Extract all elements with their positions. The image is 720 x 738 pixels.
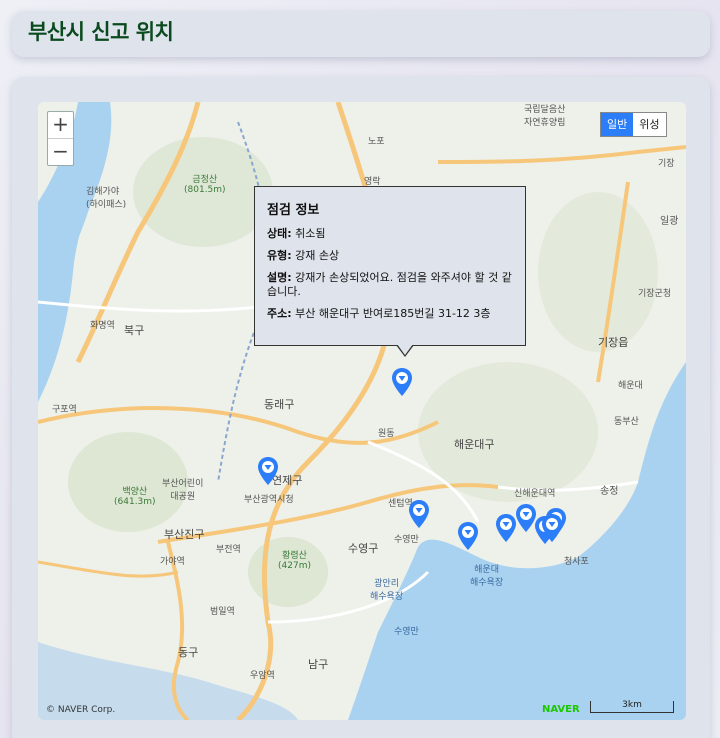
label-gujpo: 구포역 bbox=[52, 405, 77, 415]
label-gijang-ic: 기장 bbox=[658, 159, 675, 169]
info-address: 주소: 부산 해운대구 반여로185번길 31-12 3층 bbox=[267, 307, 491, 320]
info-status: 상태: 취소됨 bbox=[267, 227, 326, 240]
zoom-control: + − bbox=[47, 111, 74, 166]
marker-pin-icon[interactable] bbox=[458, 522, 478, 550]
label-haeundae-ic: 해운대 bbox=[618, 381, 643, 391]
scale-bar: 3km bbox=[590, 701, 674, 713]
header-card: 부산시 신고 위치 bbox=[12, 11, 710, 57]
label-suyeongman-sea: 수영만 bbox=[394, 627, 419, 637]
label-dongbusan: 동부산 bbox=[614, 417, 639, 427]
label-national-forest: 국립달음산 자연휴양림 bbox=[524, 105, 566, 128]
info-window-title: 점검 정보 bbox=[267, 203, 320, 218]
marker-pin-icon[interactable] bbox=[258, 457, 278, 485]
marker-pin-icon[interactable] bbox=[542, 514, 562, 542]
map-type-toggle: 일반 위성 bbox=[600, 112, 667, 137]
label-suyeongman: 수영만 bbox=[394, 535, 419, 545]
info-window: 점검 정보 상태: 취소됨 유형: 강재 손상 설명: 강재가 손상되었어요. … bbox=[254, 186, 526, 357]
label-dongnae: 동래구 bbox=[264, 398, 295, 411]
label-haeundae-gu: 해운대구 bbox=[454, 438, 495, 451]
map-type-normal-button[interactable]: 일반 bbox=[601, 113, 634, 136]
page-title: 부산시 신고 위치 bbox=[28, 20, 174, 44]
label-cheongsapo: 청사포 bbox=[564, 557, 589, 567]
label-nopo: 노포 bbox=[368, 137, 385, 147]
marker-pin-icon[interactable] bbox=[496, 514, 516, 542]
label-geumjeongsan: 금정산 (801.5m) bbox=[184, 175, 226, 195]
label-busan-city-hall: 부산광역시청 bbox=[244, 495, 294, 505]
label-gijang-gunchung: 기장군청 bbox=[638, 289, 672, 299]
naver-logo[interactable]: NAVER bbox=[542, 704, 580, 715]
label-gwangalli: 광안리 해수욕장 bbox=[370, 579, 404, 602]
label-gaya: 가야역 bbox=[160, 557, 185, 567]
label-haeundae-beach: 해운대 해수욕장 bbox=[470, 565, 504, 588]
label-baekyang: 백양산 (641.3m) bbox=[114, 487, 156, 507]
info-description: 설명: 강재가 손상되었어요. 점검을 와주셔야 할 것 같습니다. bbox=[267, 271, 512, 298]
label-hwangnyeong: 황령산 (427m) bbox=[278, 551, 311, 571]
label-hwamyeong: 화명역 bbox=[90, 321, 115, 331]
label-donggu: 동구 bbox=[178, 646, 199, 659]
map-view[interactable]: 금정산 (801.5m) 김해가야 (하이패스) 국립달음산 자연휴양림 기장 노포 … bbox=[38, 102, 686, 720]
label-songjeong: 송정 bbox=[600, 486, 619, 497]
zoom-in-button[interactable]: + bbox=[48, 112, 73, 139]
label-wondong: 원동 bbox=[378, 429, 395, 439]
label-seomyeon: 부전역 bbox=[216, 545, 241, 555]
info-type: 유형: 강재 손상 bbox=[267, 249, 340, 262]
label-beomil: 범일역 bbox=[210, 607, 235, 617]
map-copyright: © NAVER Corp. bbox=[46, 705, 116, 715]
label-suyeong: 수영구 bbox=[348, 542, 379, 555]
zoom-out-button[interactable]: − bbox=[48, 139, 73, 166]
label-children-park: 부산어린이 대공원 bbox=[162, 479, 204, 502]
map-type-satellite-button[interactable]: 위성 bbox=[633, 113, 665, 136]
label-bukgu: 북구 bbox=[124, 324, 145, 337]
label-ilgwang: 일광 bbox=[660, 216, 679, 227]
label-namgu: 남구 bbox=[308, 658, 329, 671]
label-gimhae: 김해가야 (하이패스) bbox=[86, 187, 127, 210]
label-uam: 우암역 bbox=[250, 671, 275, 681]
label-shin-haeundae: 신해운대역 bbox=[514, 489, 556, 499]
label-busanjin: 부산진구 bbox=[164, 528, 205, 541]
marker-pin-icon[interactable] bbox=[392, 368, 412, 396]
marker-pin-icon[interactable] bbox=[409, 500, 429, 528]
label-gijang: 기장읍 bbox=[598, 336, 629, 349]
marker-pin-icon[interactable] bbox=[516, 504, 536, 532]
